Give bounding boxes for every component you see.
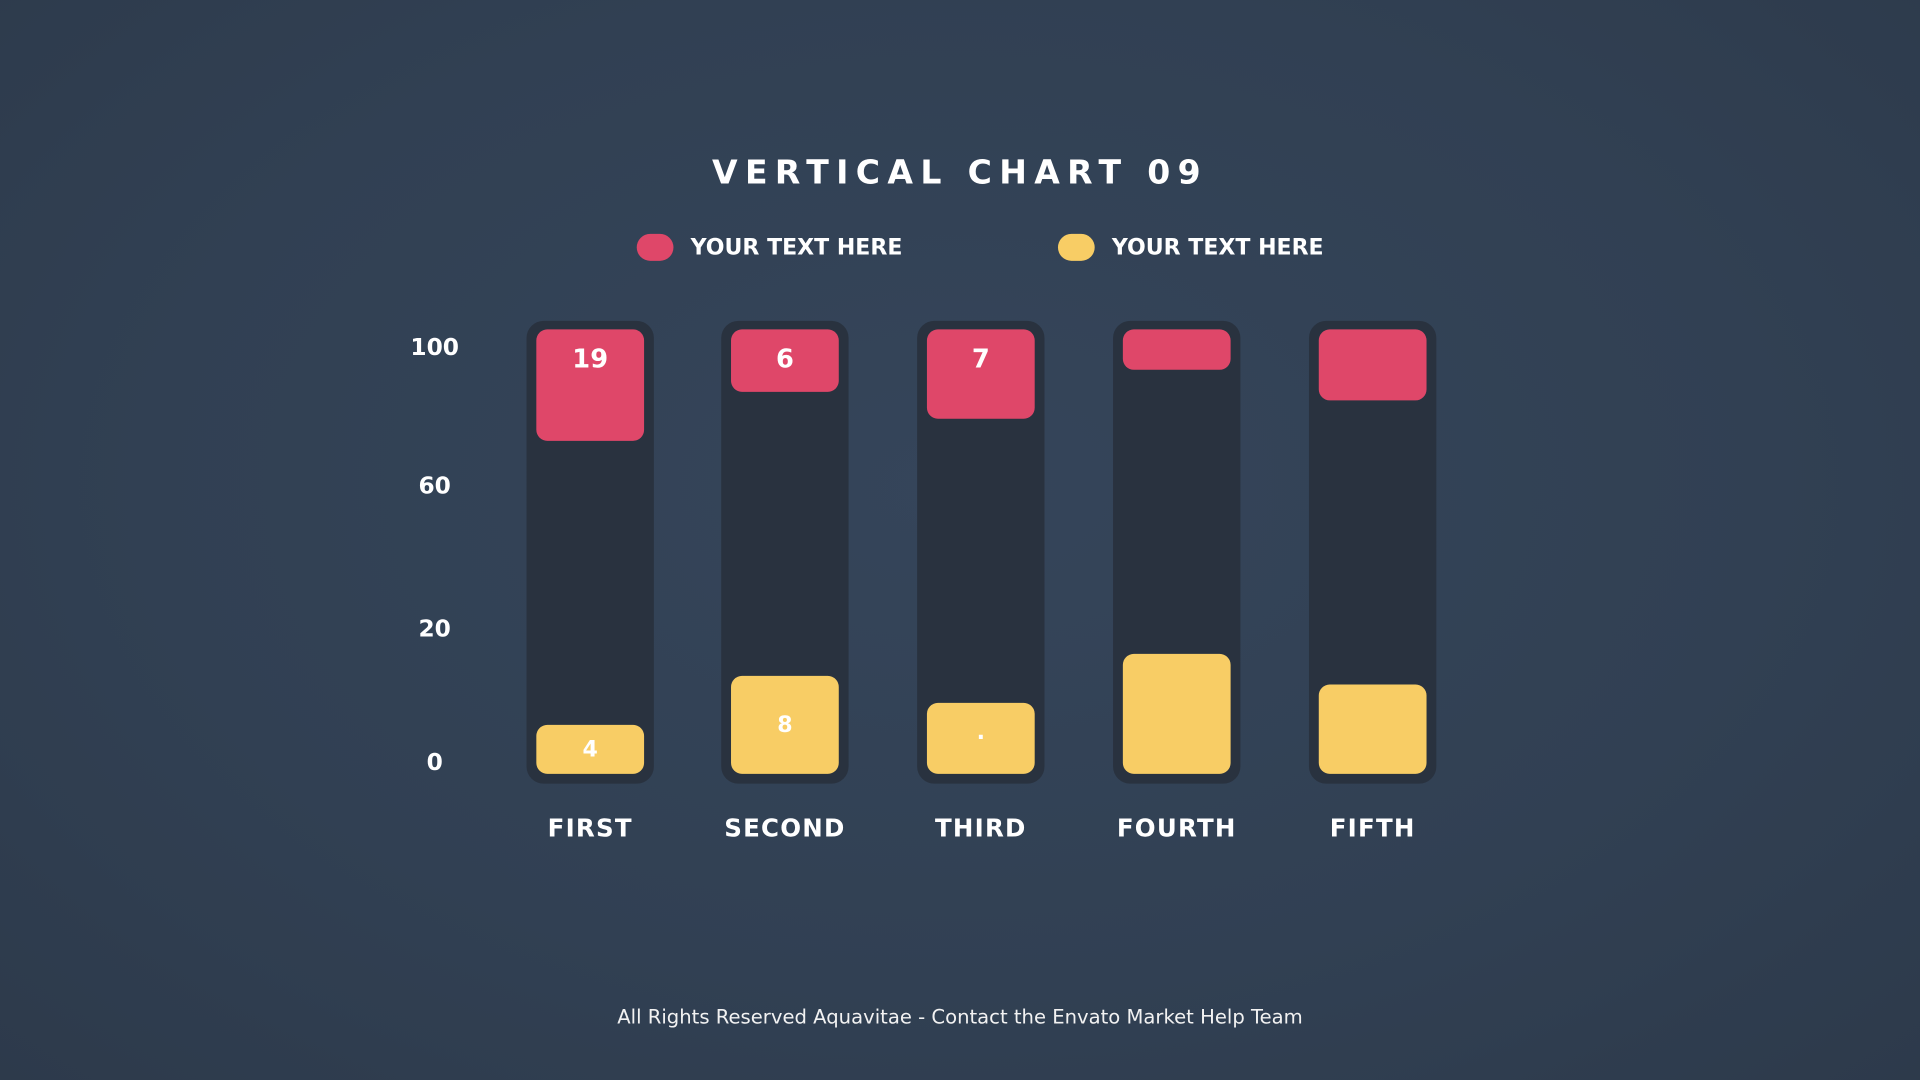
red-bar-segment: 6	[731, 329, 839, 392]
y-tick: 100	[410, 334, 459, 362]
data-label: 19	[572, 344, 609, 374]
x-tick-label: FIRST	[547, 813, 633, 843]
y-tick: 20	[418, 615, 451, 643]
x-tick-label: SECOND	[724, 813, 846, 843]
legend-item-red: YOUR TEXT HERE	[636, 233, 903, 261]
yellow-bar-segment: 4	[536, 724, 645, 774]
x-tick-label: FOURTH	[1116, 813, 1237, 843]
footer-text: All Rights Reserved Aquavitae - Contact …	[617, 1005, 1303, 1029]
red-bar-segment	[1122, 329, 1231, 370]
data-label: ·	[976, 725, 986, 752]
chart-slide: VERTICAL CHART 09 YOUR TEXT HERE YOUR TE…	[0, 0, 1920, 1080]
red-bar-segment: 7	[926, 329, 1035, 419]
yellow-bar-segment: ·	[926, 702, 1035, 774]
yellow-bar-segment	[1318, 684, 1427, 774]
bar-track: 19 4	[526, 320, 654, 784]
yellow-bar-segment	[1122, 653, 1231, 774]
bar-track: 7 ·	[917, 320, 1045, 784]
data-label: 6	[775, 344, 794, 374]
legend-label: YOUR TEXT HERE	[1111, 234, 1324, 261]
bar-track	[1113, 320, 1241, 784]
data-label: 8	[777, 712, 793, 738]
data-label: 4	[582, 736, 598, 763]
y-tick: 0	[426, 749, 443, 777]
chart-title: VERTICAL CHART 09	[712, 154, 1208, 193]
x-tick-label: FIFTH	[1329, 813, 1416, 843]
bar-track	[1308, 320, 1437, 784]
legend-label: YOUR TEXT HERE	[690, 234, 903, 261]
bar-track: 68	[721, 320, 849, 784]
x-tick-label: THIRD	[934, 813, 1027, 843]
red-bar-segment	[1318, 329, 1427, 401]
legend-swatch-red	[636, 233, 674, 261]
y-tick: 60	[418, 472, 451, 500]
data-label: 7	[971, 344, 990, 374]
legend-item-yellow: YOUR TEXT HERE	[1057, 233, 1324, 261]
red-bar-segment: 19	[536, 329, 645, 441]
yellow-bar-segment: 8	[731, 676, 839, 774]
legend-swatch-yellow	[1057, 233, 1095, 261]
